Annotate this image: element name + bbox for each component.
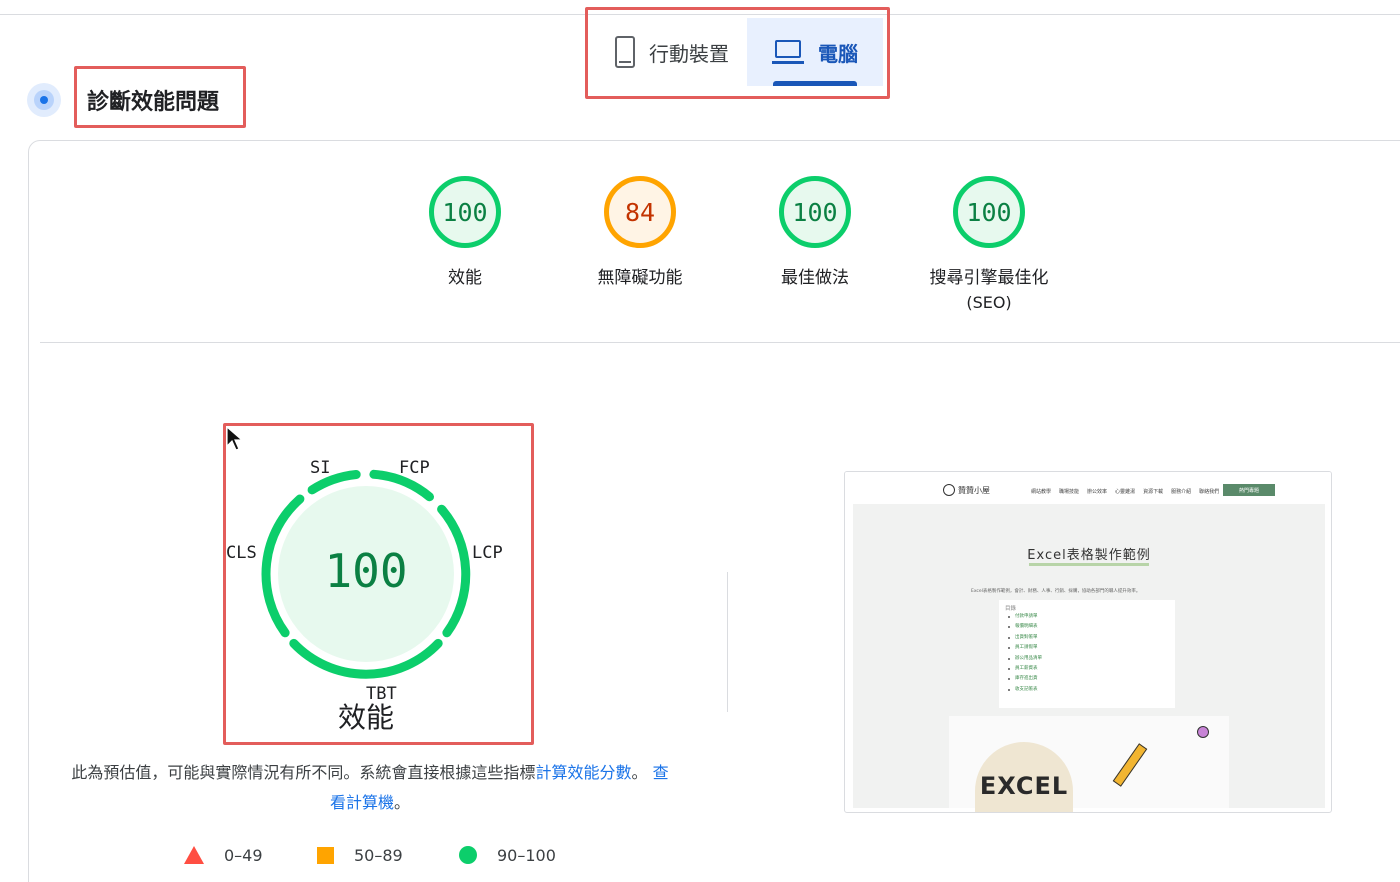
score-ring: 84: [604, 176, 676, 248]
legend-average: 50–89: [317, 844, 403, 866]
thumb-toc-item: 出貨對帳單: [1005, 633, 1169, 643]
thumb-toc-item: 報價明細表: [1005, 622, 1169, 632]
score-ring: 100: [953, 176, 1025, 248]
performance-label: 效能: [337, 701, 394, 734]
thumb-toc: 目錄 付款申請單 報價明細表 出貨對帳單 員工請假單 辦公用品清單 員工薪資表 …: [999, 600, 1175, 708]
metric-label-fcp: FCP: [399, 458, 430, 478]
note-sep: 。: [631, 763, 648, 782]
category-performance[interactable]: 100 效能: [395, 176, 535, 292]
tab-mobile[interactable]: 行動裝置: [597, 18, 747, 86]
thumb-site-name: 贊贊小屋: [958, 485, 990, 495]
thumb-menu-item: 服務介紹: [1171, 489, 1192, 495]
thumb-paragraph: Excel表格製作範例，會計、財務、人事、行銷、採購，協助各部門的職人提升效率。: [971, 589, 1141, 594]
category-label: 搜尋引擎最佳化: [929, 268, 1049, 288]
card-divider: [40, 342, 1400, 343]
device-tabs: 行動裝置 電腦: [597, 18, 883, 86]
thumb-toc-item: 收支記帳表: [1005, 685, 1169, 695]
section-title: 診斷效能問題: [87, 90, 220, 115]
thumb-menu-item: 心靈雞湯: [1115, 489, 1136, 495]
tab-desktop-label: 電腦: [818, 41, 858, 66]
category-sublabel: (SEO): [966, 293, 1012, 312]
thumb-toc-item: 員工請假單: [1005, 643, 1169, 653]
mouse-cursor-icon: [226, 426, 244, 451]
magnifier-icon: [1197, 726, 1209, 738]
category-seo[interactable]: 100 搜尋引擎最佳化 (SEO): [919, 176, 1059, 314]
top-divider: [0, 14, 1400, 15]
diagnose-icon: [27, 83, 61, 117]
thumb-toc-item: 庫存進出貨: [1005, 674, 1169, 684]
thumb-menu-item: 職場技能: [1059, 489, 1080, 495]
circle-icon: [459, 846, 477, 864]
tab-desktop[interactable]: 電腦: [747, 18, 883, 86]
legend-range: 90–100: [497, 845, 556, 865]
thumb-toc-title: 目錄: [1005, 606, 1017, 612]
thumb-body: Excel表格製作範例 Excel表格製作範例，會計、財務、人事、行銷、採購，協…: [853, 504, 1325, 812]
thumb-toc-item: 員工薪資表: [1005, 664, 1169, 674]
thumb-logo: 贊贊小屋: [943, 484, 990, 496]
thumb-heading: Excel表格製作範例: [1027, 548, 1151, 563]
performance-score: 100: [324, 544, 408, 598]
legend-range: 50–89: [354, 845, 403, 865]
estimate-note: 此為預估值，可能與實際情況有所不同。系統會直接根據這些指標計算效能分數。 查看計…: [70, 758, 670, 818]
legend-fail: 0–49: [184, 844, 263, 866]
square-icon: [317, 846, 334, 864]
category-best-practices[interactable]: 100 最佳做法: [745, 176, 885, 292]
thumb-menu: 網站教學 職場技能 辦公效率 心靈雞湯 資源下載 服務介紹 聯絡我們: [1031, 488, 1219, 495]
performance-gauge: SI FCP LCP TBT CLS 100 效能: [226, 426, 532, 742]
thumb-nav: 贊贊小屋 網站教學 職場技能 辦公效率 心靈雞湯 資源下載 服務介紹 聯絡我們 …: [845, 472, 1331, 504]
score-ring: 100: [429, 176, 501, 248]
logo-mark-icon: [943, 484, 955, 496]
page-screenshot[interactable]: 贊贊小屋 網站教學 職場技能 辦公效率 心靈雞湯 資源下載 服務介紹 聯絡我們 …: [844, 471, 1332, 813]
thumb-hero-text: EXCEL: [975, 742, 1073, 812]
note-text: 此為預估值，可能與實際情況有所不同。系統會直接根據這些指標: [71, 763, 536, 782]
category-accessibility[interactable]: 84 無障礙功能: [570, 176, 710, 292]
metric-label-lcp: LCP: [472, 543, 503, 563]
thumb-toc-item: 付款申請單: [1005, 612, 1169, 622]
calculate-score-link[interactable]: 計算效能分數: [535, 763, 631, 782]
thumb-menu-button: 熱門專題: [1223, 484, 1275, 496]
note-end: 。: [394, 793, 411, 812]
metric-label-si: SI: [310, 458, 331, 478]
vertical-divider: [727, 572, 728, 712]
category-label: 無障礙功能: [597, 268, 683, 288]
tab-mobile-label: 行動裝置: [649, 41, 729, 66]
thumb-heading-underline: [1029, 563, 1149, 566]
thumb-menu-item: 辦公效率: [1087, 489, 1108, 495]
pencil-icon: [1112, 743, 1148, 787]
thumb-toc-item: 辦公用品清單: [1005, 654, 1169, 664]
legend-pass: 90–100: [459, 844, 556, 866]
thumb-menu-item: 網站教學: [1031, 489, 1052, 495]
category-label: 最佳做法: [781, 268, 849, 288]
category-label: 效能: [448, 268, 482, 288]
triangle-icon: [184, 846, 204, 864]
thumb-menu-item: 資源下載: [1143, 489, 1164, 495]
phone-icon: [615, 36, 635, 68]
legend-range: 0–49: [224, 845, 263, 865]
laptop-icon: [772, 40, 804, 64]
thumb-menu-item: 聯絡我們: [1199, 489, 1220, 495]
thumb-hero: EXCEL: [949, 716, 1229, 812]
metric-label-cls: CLS: [226, 543, 257, 563]
score-ring: 100: [779, 176, 851, 248]
